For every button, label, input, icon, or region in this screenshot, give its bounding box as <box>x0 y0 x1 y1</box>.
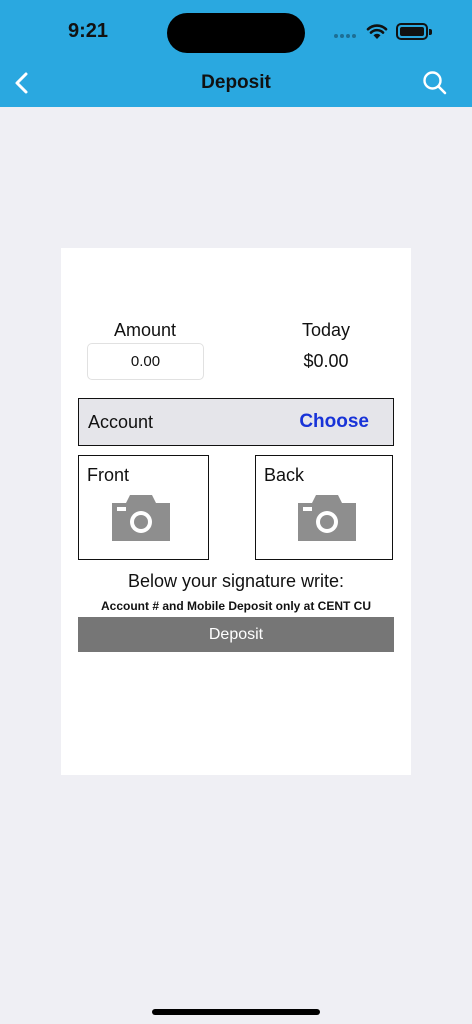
camera-icon <box>298 495 356 541</box>
wifi-icon <box>366 24 388 39</box>
front-check-photo-button[interactable]: Front <box>78 455 209 560</box>
back-label: Back <box>264 465 305 485</box>
today-value: $0.00 <box>303 351 349 371</box>
amount-input[interactable] <box>87 343 204 380</box>
cellular-signal-icon <box>334 34 360 39</box>
back-check-photo-button[interactable]: Back <box>255 455 393 560</box>
signature-note: Account # and Mobile Deposit only at CEN… <box>100 599 372 613</box>
deposit-button[interactable]: Deposit <box>78 617 394 652</box>
battery-icon <box>396 23 432 40</box>
account-label: Account <box>88 412 154 432</box>
status-time: 9:21 <box>68 20 109 42</box>
account-selector[interactable]: Account Choose <box>78 398 394 446</box>
camera-icon <box>112 495 170 541</box>
today-label: Today <box>301 320 351 340</box>
amount-label: Amount <box>113 320 177 340</box>
page-title: Deposit <box>201 72 271 93</box>
choose-account-button[interactable]: Choose <box>299 411 369 433</box>
signature-instruction: Below your signature write: <box>127 571 345 591</box>
dynamic-island <box>167 13 305 53</box>
home-indicator <box>152 1009 320 1015</box>
app-header: 9:21 Deposit <box>0 0 472 107</box>
search-icon[interactable] <box>420 68 450 98</box>
deposit-card: Amount Today $0.00 Account Choose Front … <box>61 248 411 775</box>
front-label: Front <box>87 465 130 485</box>
